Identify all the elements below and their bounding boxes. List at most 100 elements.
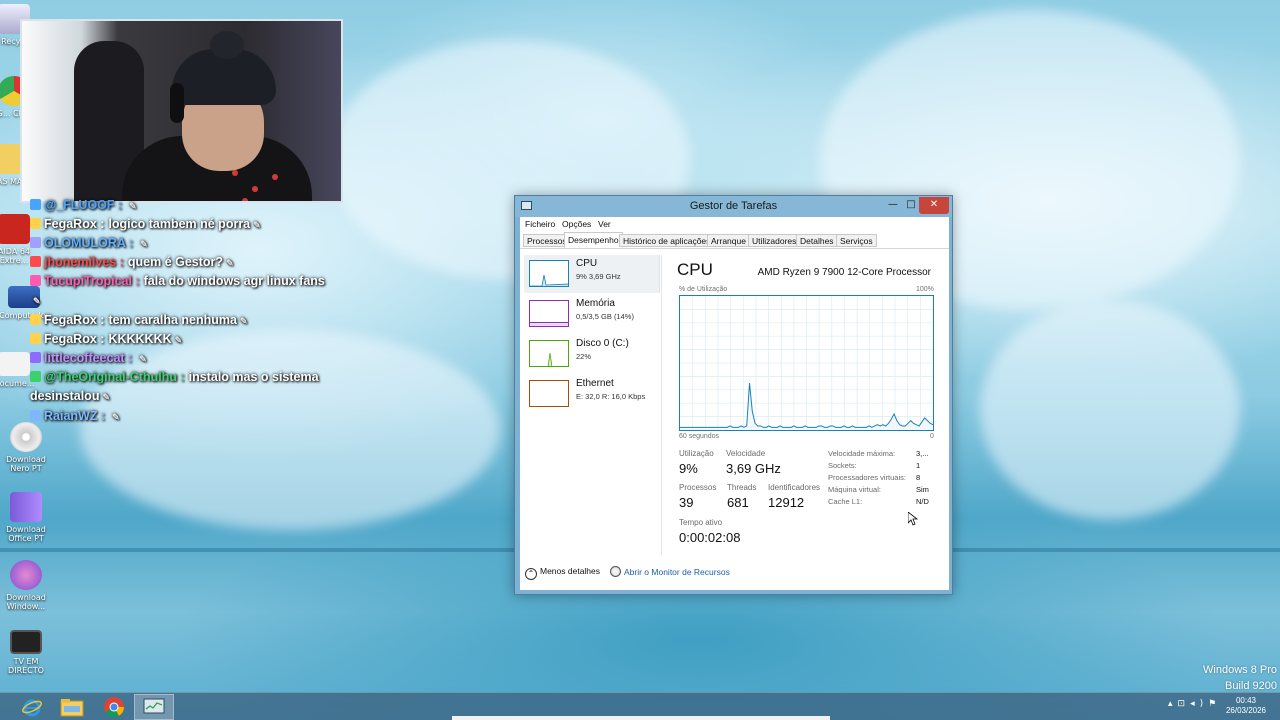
cpu-thumbnail-graph	[529, 260, 569, 287]
taskbar-clock[interactable]: 00:43 26/03/2026	[1214, 696, 1278, 716]
less-details-label: Menos detalhes	[540, 566, 601, 576]
tab-desempenho[interactable]: Desempenho	[564, 232, 623, 248]
window-titlebar[interactable]: Gestor de Tarefas — □ ✕	[515, 196, 952, 217]
chat-username: @TheOriginal-Cthulhu :	[44, 370, 185, 384]
ice-highlight	[980, 300, 1240, 520]
cpu-thumbnail-line	[530, 274, 568, 286]
clock-time: 00:43	[1235, 696, 1257, 705]
resource-detail: 9% 3,69 GHz	[576, 272, 621, 281]
dvd-icon	[10, 422, 42, 452]
chat-edit-icon: ✎	[174, 335, 183, 345]
windows-butterfly-icon	[10, 560, 42, 590]
desktop-icon-download-nero[interactable]: Download Nero PT	[0, 422, 52, 473]
desktop: Recy... G... Ch... PAS MAR... AIDA 64 Ex…	[0, 0, 1280, 720]
chat-badge-icon	[30, 218, 41, 229]
menu-bar: Ficheiro Opções Ver	[520, 217, 949, 232]
chat-message-text: logico tambem né porra	[108, 217, 251, 231]
close-button[interactable]: ✕	[919, 197, 949, 214]
stat-label-uptime: Tempo ativo	[679, 518, 723, 527]
chat-message-text: quem é Gestor?	[127, 255, 224, 269]
desktop-icon-download-office[interactable]: Download Office PT	[0, 492, 52, 543]
chat-badge-icon	[30, 256, 41, 267]
chat-username: TucupiTropical :	[44, 274, 140, 288]
resource-monitor-icon	[610, 566, 621, 577]
chat-message: OLOMULORA : ✎	[30, 234, 330, 253]
resource-item-memory[interactable]: Memória 0,5/3,5 GB (14%)	[524, 295, 660, 333]
menu-opcoes[interactable]: Opções	[562, 219, 591, 229]
resource-item-cpu[interactable]: CPU 9% 3,69 GHz	[524, 255, 660, 293]
network-icon[interactable]: ⊡	[1178, 699, 1191, 709]
resource-item-ethernet[interactable]: Ethernet E: 32,0 R: 16,0 Kbps	[524, 375, 660, 413]
stat-value-handles: 12912	[768, 495, 805, 510]
chat-overlay: @_FLUOOF : ✎ FegaRox : logico tambem né por…	[30, 196, 330, 426]
detail-value-virtual-machine: Sim	[916, 485, 929, 494]
tab-utilizadores[interactable]: Utilizadores	[748, 234, 801, 247]
cpu-graph-canvas	[680, 296, 934, 430]
menu-ver[interactable]: Ver	[598, 219, 611, 229]
stat-value-uptime: 0:00:02:08	[679, 530, 741, 545]
desktop-icon-download-windows[interactable]: Download Window...	[0, 560, 52, 611]
chat-edit-icon: ✎	[102, 392, 111, 402]
chat-message: TucupiTropical : fala do windows agr linu…	[30, 272, 330, 311]
resource-detail: 22%	[576, 352, 592, 361]
detail-value-max-speed: 3,...	[916, 449, 929, 458]
tab-historico[interactable]: Histórico de aplicações	[619, 234, 715, 247]
tab-bar: Processos Desempenho Histórico de aplica…	[520, 232, 949, 249]
documents-icon	[0, 352, 30, 376]
sweater-pattern	[252, 186, 258, 192]
sweater-pattern	[272, 174, 278, 180]
resource-detail: E: 32,0 R: 16,0 Kbps	[576, 392, 646, 401]
webcam-headset	[170, 83, 184, 123]
sweater-pattern	[232, 170, 238, 176]
chat-username: littlecoffeecat :	[44, 351, 133, 365]
stat-label-speed: Velocidade	[726, 449, 766, 458]
chevron-up-icon[interactable]: ▴	[1168, 699, 1178, 709]
minimize-button[interactable]: —	[885, 197, 901, 214]
office-icon	[10, 492, 42, 522]
desktop-icon-tv[interactable]: TV EM DIRECTO	[0, 630, 52, 675]
maximize-button[interactable]: □	[903, 197, 919, 214]
chat-username: jhonemilves :	[44, 255, 124, 269]
stat-label-threads: Threads	[727, 483, 757, 492]
chat-message: FegaRox : tem caralha nenhuma ✎	[30, 311, 330, 330]
graph-label-utilization: % de Utilização	[679, 286, 728, 293]
resource-name: Disco 0 (C:)	[576, 338, 629, 349]
detail-label-l1-cache: Cache L1:	[828, 497, 863, 506]
windows-build-watermark: Windows 8 Pro Build 9200	[1203, 662, 1277, 694]
taskbar-task-manager[interactable]	[134, 694, 174, 720]
window-footer: ⌃ Menos detalhes Abrir o Monitor de Recur…	[520, 561, 949, 590]
resource-item-disk[interactable]: Disco 0 (C:) 22%	[524, 335, 660, 373]
taskbar-chrome[interactable]	[94, 694, 134, 720]
disk-thumbnail-graph	[529, 340, 569, 367]
folder-icon	[60, 699, 84, 717]
tv-icon	[10, 630, 42, 654]
ie-icon	[22, 699, 42, 717]
graph-time-right: 0	[930, 433, 934, 440]
chat-username: FegaRox :	[44, 313, 105, 327]
chat-badge-icon	[30, 371, 41, 382]
detail-value-l1-cache: N/D	[916, 497, 929, 506]
tab-detalhes[interactable]: Detalhes	[796, 234, 838, 247]
chat-message: RaianWZ : ✎	[30, 407, 330, 426]
chat-message: FegaRox : KKKKKKK ✎	[30, 330, 330, 349]
taskbar-internet-explorer[interactable]	[12, 694, 52, 720]
chat-badge-icon	[30, 410, 41, 421]
chat-message-text: KKKKKKK	[108, 332, 172, 346]
tab-servicos[interactable]: Serviços	[836, 234, 877, 247]
chat-edit-icon: ✎	[140, 239, 148, 249]
menu-ficheiro[interactable]: Ficheiro	[525, 219, 555, 229]
tab-arranque[interactable]: Arranque	[707, 234, 750, 247]
task-manager-window: Gestor de Tarefas — □ ✕ Ficheiro Opções …	[514, 195, 953, 595]
volume-icon[interactable]: ◂)	[1190, 699, 1208, 709]
stat-value-threads: 681	[727, 495, 749, 510]
cpu-model-name: AMD Ryzen 9 7900 12-Core Processor	[757, 267, 931, 278]
detail-label-sockets: Sockets:	[828, 461, 857, 470]
graph-time-left: 60 segundos	[679, 433, 720, 440]
chrome-icon	[104, 697, 125, 718]
taskbar-file-explorer[interactable]	[52, 694, 92, 720]
open-resource-monitor-link[interactable]: Abrir o Monitor de Recursos	[610, 566, 730, 577]
detail-label-virtual-machine: Máquina virtual:	[828, 485, 881, 494]
detail-label-virtual-processors: Processadores virtuais:	[828, 473, 906, 482]
chat-edit-icon: ✎	[129, 201, 137, 211]
less-details-button[interactable]: ⌃ Menos detalhes	[525, 566, 600, 580]
